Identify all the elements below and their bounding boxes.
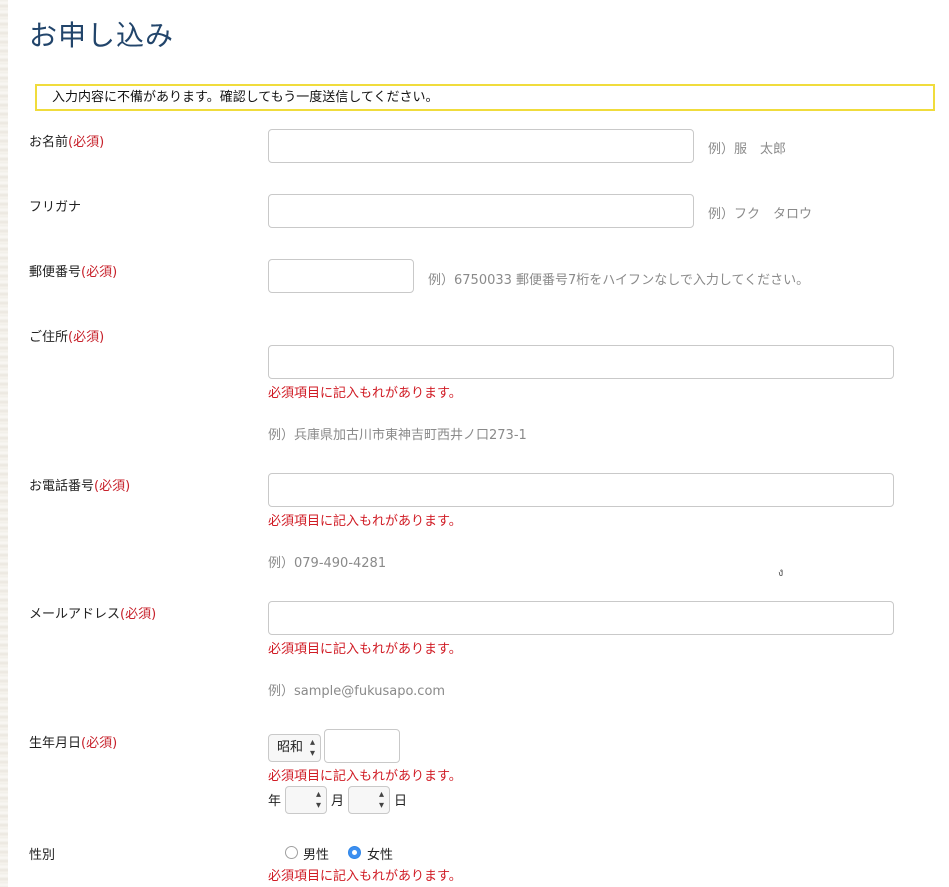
address-error: 必須項目に記入もれがあります。 (268, 386, 462, 401)
name-input[interactable] (268, 129, 694, 163)
required-mark: (必須) (68, 330, 105, 345)
email-hint: 例）sample@fukusapo.com (268, 684, 446, 699)
updown-arrows-icon: ▴ ▾ (315, 789, 321, 811)
birth-year-input[interactable] (324, 729, 400, 763)
phone-label: お電話番号(必須) (29, 479, 131, 494)
email-input[interactable] (268, 601, 894, 635)
gender-label: 性別 (29, 848, 56, 863)
year-unit: 年 (268, 794, 282, 809)
required-mark: (必須) (94, 479, 131, 494)
gender-male-radio[interactable] (285, 846, 298, 859)
day-unit: 日 (394, 794, 408, 809)
phone-hint: 例）079-490-4281 (268, 556, 387, 571)
phone-input[interactable] (268, 473, 894, 507)
email-label: メールアドレス(必須) (29, 607, 157, 622)
postal-hint: 例）6750033 郵便番号7桁をハイフンなしで入力してください。 (428, 273, 810, 288)
gender-error: 必須項目に記入もれがあります。 (268, 869, 462, 884)
updown-arrows-icon: ▴ ▾ (378, 789, 384, 811)
address-input[interactable] (268, 345, 894, 379)
address-label: ご住所(必須) (29, 330, 105, 345)
postal-input[interactable] (268, 259, 414, 293)
phone-error: 必須項目に記入もれがあります。 (268, 514, 462, 529)
gender-male-label[interactable]: 男性 (303, 844, 329, 863)
stray-glyph: ง (778, 566, 784, 579)
furigana-input[interactable] (268, 194, 694, 228)
gender-female-label[interactable]: 女性 (367, 844, 393, 863)
validation-alert: 入力内容に不備があります。確認してもう一度送信してください。 (35, 84, 935, 111)
postal-label: 郵便番号(必須) (29, 265, 118, 280)
name-label: お名前(必須) (29, 135, 105, 150)
birth-day-select[interactable]: ▴ ▾ (348, 786, 390, 814)
page-title: お申し込み (29, 19, 175, 52)
required-mark: (必須) (68, 135, 105, 150)
email-error: 必須項目に記入もれがあります。 (268, 642, 462, 657)
name-hint: 例）服 太郎 (708, 142, 787, 157)
alert-message: 入力内容に不備があります。確認してもう一度送信してください。 (52, 90, 439, 105)
page-edge-texture (0, 0, 8, 887)
gender-female-radio[interactable] (348, 846, 361, 859)
required-mark: (必須) (120, 607, 157, 622)
birthdate-label: 生年月日(必須) (29, 736, 118, 751)
birthdate-error: 必須項目に記入もれがあります。 (268, 769, 462, 784)
required-mark: (必須) (81, 736, 118, 751)
updown-arrows-icon: ▴ ▾ (309, 737, 315, 759)
furigana-hint: 例）フク タロウ (708, 207, 813, 222)
era-select[interactable]: 昭和 ▴ ▾ (268, 734, 321, 762)
address-hint: 例）兵庫県加古川市東神吉町西井ノ口273-1 (268, 428, 527, 443)
birth-month-select[interactable]: ▴ ▾ (285, 786, 327, 814)
month-unit: 月 (331, 794, 345, 809)
required-mark: (必須) (81, 265, 118, 280)
furigana-label: フリガナ (29, 200, 82, 215)
